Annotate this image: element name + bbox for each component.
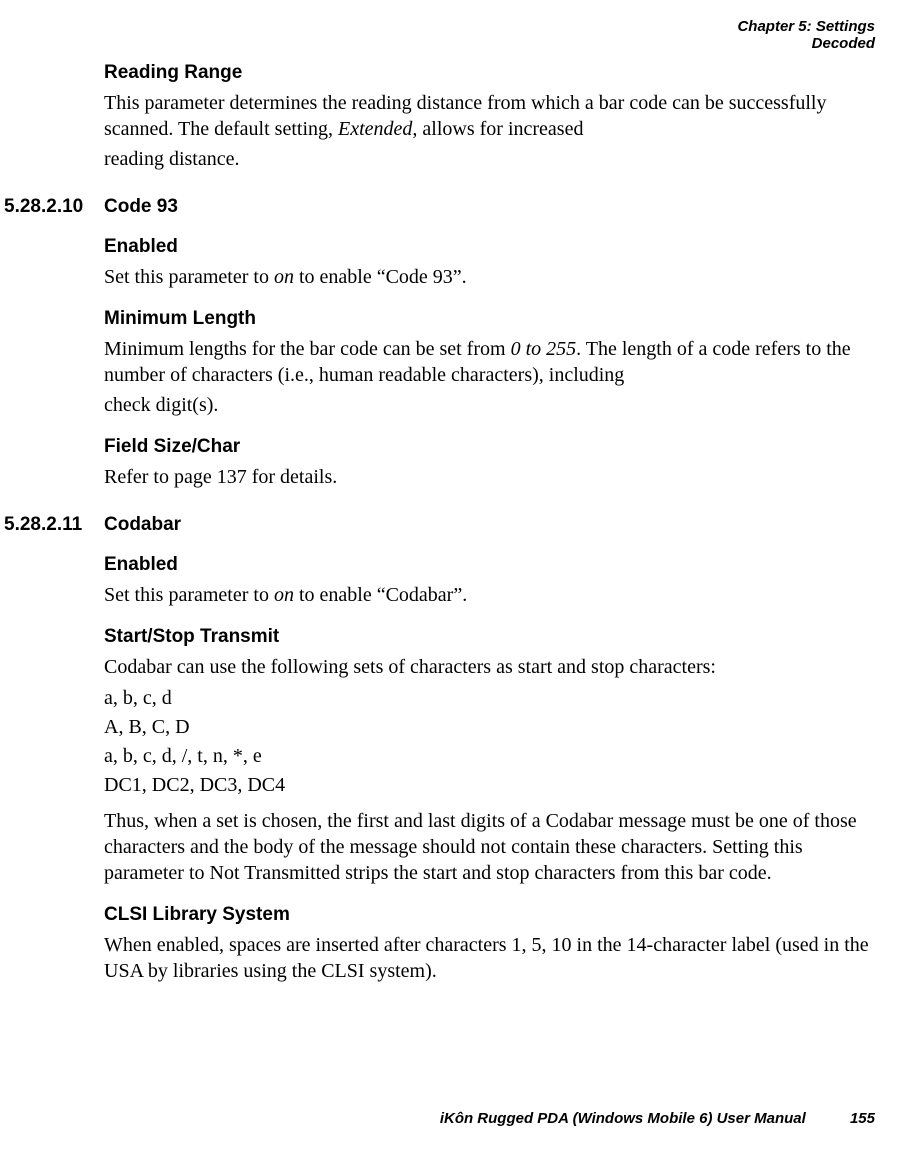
paragraph-code93-minlen-2: check digit(s).: [104, 392, 875, 418]
subhead-code93-fieldsize: Field Size/Char: [104, 436, 875, 458]
page-number: 155: [850, 1110, 875, 1127]
text-italic: 0 to 255: [511, 338, 577, 360]
header-line-1: Chapter 5: Settings: [737, 18, 875, 35]
page: Chapter 5: Settings Decoded Reading Rang…: [0, 0, 919, 1161]
section-title: Code 93: [104, 196, 178, 217]
text: , allows for increased: [412, 118, 583, 140]
subhead-code93-enabled: Enabled: [104, 236, 875, 258]
text: Set this parameter to: [104, 266, 274, 288]
running-footer: iKôn Rugged PDA (Windows Mobile 6) User …: [440, 1110, 875, 1127]
text: Set this parameter to: [104, 584, 274, 606]
subhead-codabar-enabled: Enabled: [104, 554, 875, 576]
list-line-1: a, b, c, d: [104, 684, 875, 713]
list-line-4: DC1, DC2, DC3, DC4: [104, 771, 875, 800]
section-heading-codabar: 5.28.2.11 Codabar: [104, 514, 875, 536]
paragraph-code93-fieldsize: Refer to page 137 for details.: [104, 464, 875, 490]
paragraph-code93-minlen-1: Minimum lengths for the bar code can be …: [104, 336, 875, 388]
text: to enable “Codabar”.: [294, 584, 467, 606]
running-header: Chapter 5: Settings Decoded: [737, 18, 875, 53]
subhead-reading-range: Reading Range: [104, 62, 875, 84]
subhead-codabar-clsi: CLSI Library System: [104, 904, 875, 926]
paragraph-codabar-enabled: Set this parameter to on to enable “Coda…: [104, 582, 875, 608]
list-line-2: A, B, C, D: [104, 713, 875, 742]
paragraph-code93-enabled: Set this parameter to on to enable “Code…: [104, 264, 875, 290]
content-area: Reading Range This parameter determines …: [0, 62, 919, 988]
paragraph-reading-range-1: This parameter determines the reading di…: [104, 90, 875, 142]
paragraph-codabar-startstop-body: Thus, when a set is chosen, the first an…: [104, 808, 875, 886]
section-title: Codabar: [104, 514, 181, 535]
paragraph-reading-range-2: reading distance.: [104, 146, 875, 172]
text: Minimum lengths for the bar code can be …: [104, 338, 511, 360]
text: to enable “Code 93”.: [294, 266, 467, 288]
subhead-code93-minlen: Minimum Length: [104, 308, 875, 330]
list-line-3: a, b, c, d, /, t, n, *, e: [104, 742, 875, 771]
subhead-codabar-startstop: Start/Stop Transmit: [104, 626, 875, 648]
section-number: 5.28.2.11: [4, 514, 82, 536]
text-italic: on: [274, 584, 294, 606]
footer-text: iKôn Rugged PDA (Windows Mobile 6) User …: [440, 1110, 806, 1127]
section-number: 5.28.2.10: [4, 196, 83, 218]
text-italic: Extended: [338, 118, 412, 140]
paragraph-codabar-clsi: When enabled, spaces are inserted after …: [104, 932, 875, 984]
paragraph-codabar-startstop-intro: Codabar can use the following sets of ch…: [104, 654, 875, 680]
section-heading-code93: 5.28.2.10 Code 93: [104, 196, 875, 218]
text-italic: on: [274, 266, 294, 288]
header-line-2: Decoded: [737, 35, 875, 52]
